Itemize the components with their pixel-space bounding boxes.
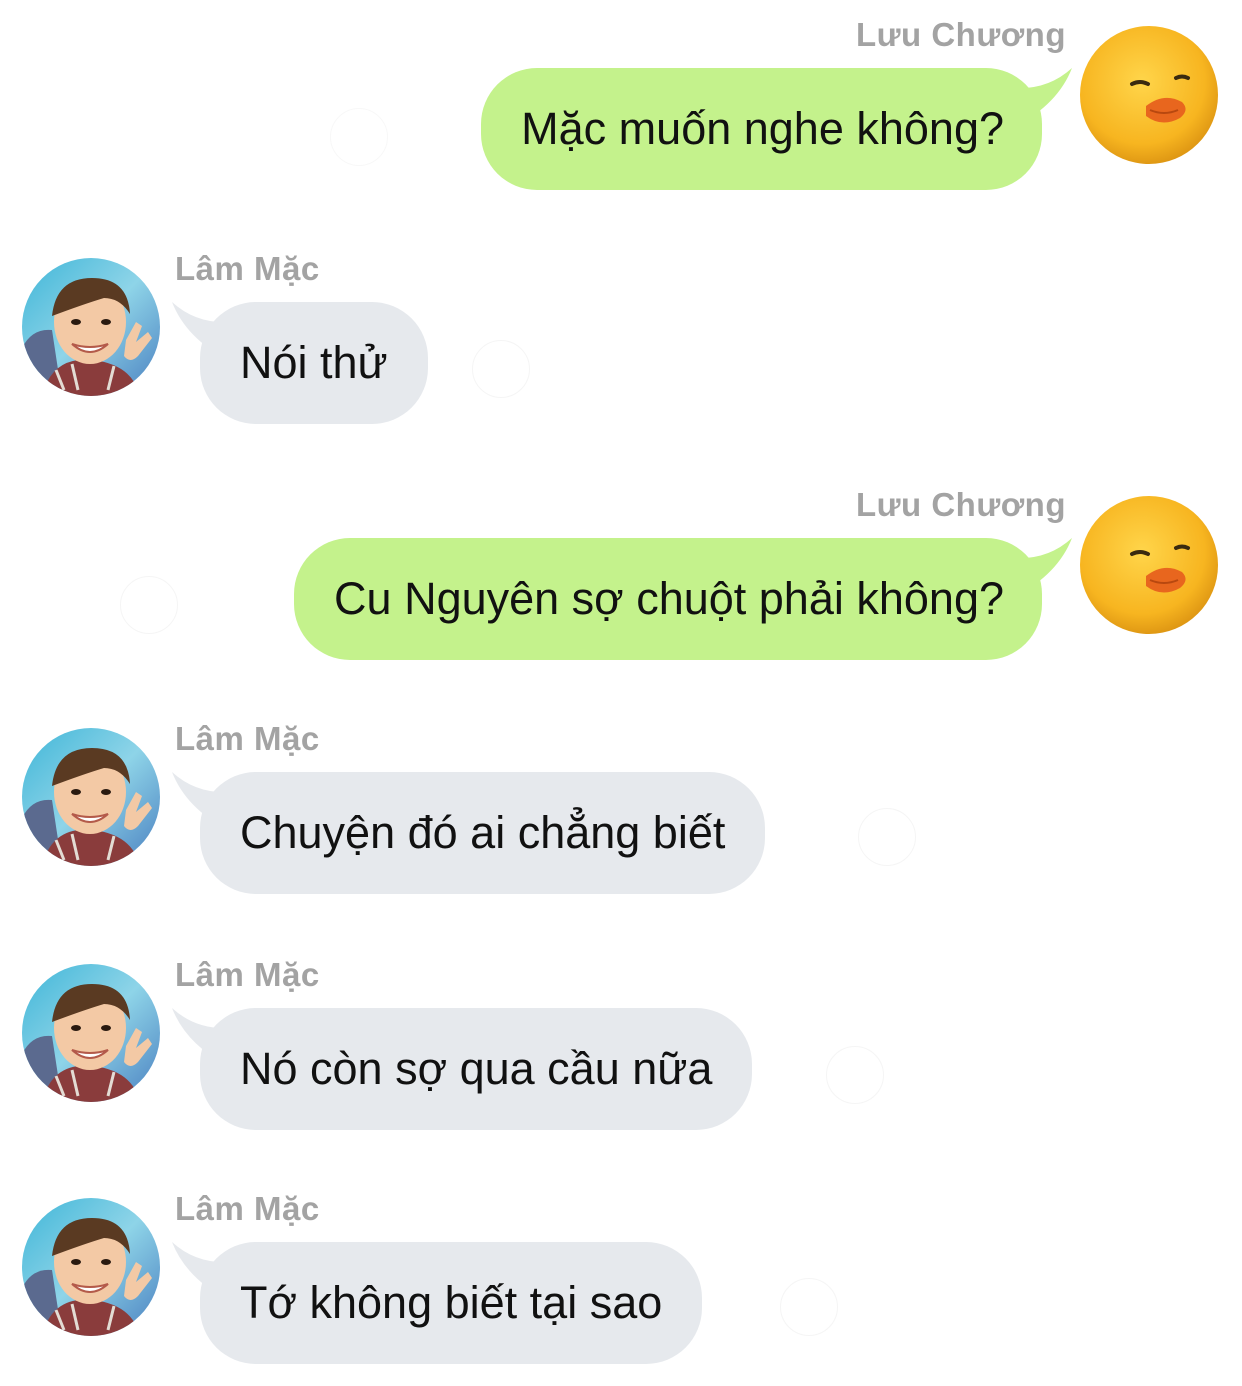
bubble-tail (172, 772, 230, 830)
sender-name: Lâm Mặc (175, 250, 320, 287)
bubble-tail (172, 1242, 230, 1300)
sender-name: Lâm Mặc (175, 1190, 320, 1227)
message-row: Lưu Chương Cu Nguyên sợ chuột phải không… (0, 486, 1242, 676)
message-bubble-incoming[interactable]: Nói thử (172, 302, 428, 424)
message-bubble-incoming[interactable]: Tớ không biết tại sao (172, 1242, 703, 1364)
sender-name: Lâm Mặc (175, 956, 320, 993)
add-reaction-icon[interactable] (780, 1278, 838, 1336)
sender-name: Lưu Chương (855, 486, 1066, 523)
bubble-tail (172, 1008, 230, 1066)
sender-name: Lưu Chương (855, 16, 1066, 53)
message-row: Lâm Mặc Nó còn sợ qua cầu nữa (0, 956, 1242, 1146)
message-row: Lâm Mặc Chuyện đó ai chẳng biết (0, 720, 1242, 910)
message-row: Lâm Mặc Tớ không biết tại sao (0, 1190, 1242, 1380)
bubble-tail (1014, 538, 1072, 596)
message-text: Mặc muốn nghe không? (521, 103, 1004, 154)
boy-avatar[interactable] (22, 258, 160, 396)
message-text: Tớ không biết tại sao (240, 1277, 663, 1328)
boy-avatar[interactable] (22, 964, 160, 1102)
message-row: Lưu Chương Mặc muốn nghe không? (0, 16, 1242, 206)
add-reaction-icon[interactable] (120, 576, 178, 634)
message-text: Cu Nguyên sợ chuột phải không? (334, 573, 1004, 624)
add-reaction-icon[interactable] (826, 1046, 884, 1104)
boy-avatar[interactable] (22, 1198, 160, 1336)
add-reaction-icon[interactable] (472, 340, 530, 398)
add-reaction-icon[interactable] (330, 108, 388, 166)
sender-name: Lâm Mặc (175, 720, 320, 757)
message-text: Nó còn sợ qua cầu nữa (240, 1043, 713, 1094)
boy-avatar[interactable] (22, 728, 160, 866)
duck-avatar[interactable] (1080, 26, 1218, 164)
duck-avatar[interactable] (1080, 496, 1218, 634)
message-text: Chuyện đó ai chẳng biết (240, 807, 726, 858)
message-bubble-incoming[interactable]: Chuyện đó ai chẳng biết (172, 772, 766, 894)
message-bubble-outgoing[interactable]: Cu Nguyên sợ chuột phải không? (294, 538, 1072, 660)
message-row: Lâm Mặc Nói thử (0, 250, 1242, 440)
add-reaction-icon[interactable] (858, 808, 916, 866)
message-bubble-incoming[interactable]: Nó còn sợ qua cầu nữa (172, 1008, 753, 1130)
bubble-tail (1014, 68, 1072, 126)
bubble-tail (172, 302, 230, 360)
message-bubble-outgoing[interactable]: Mặc muốn nghe không? (481, 68, 1072, 190)
message-text: Nói thử (240, 337, 388, 388)
